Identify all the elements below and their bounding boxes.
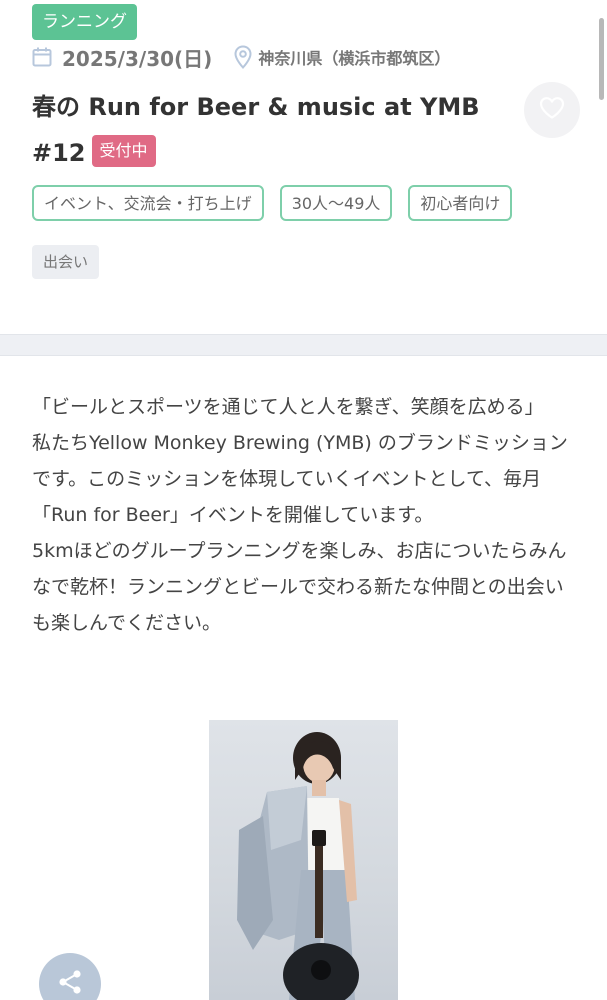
share-button[interactable] [39,953,101,1000]
tag-event-type[interactable]: イベント、交流会・打ち上げ [32,185,264,221]
heart-icon [539,96,565,124]
scrollbar[interactable] [599,18,604,100]
section-divider [0,334,607,356]
category-badge: ランニング [32,4,137,40]
tag-level[interactable]: 初心者向け [408,185,513,221]
share-icon [56,968,84,1000]
keyword-tag[interactable]: 出会い [32,245,100,279]
description-paragraph: 5kmほどのグループランニングを楽しみ、お店についたらみんなで乾杯！ランニングと… [32,540,567,634]
event-meta: 2025/3/30(日) 神奈川県（横浜市都筑区） [32,40,450,74]
event-title-block: 春の Run for Beer & music at YMB #12 受付中 [32,84,512,176]
status-badge: 受付中 [91,135,156,167]
map-pin-icon [234,45,252,69]
description-paragraph: 「ビールとスポーツを通じて人と人を繋ぎ、笑顔を広める」 [32,396,544,418]
favorite-button[interactable] [524,82,580,138]
tag-capacity[interactable]: 30人〜49人 [279,185,393,221]
tag-list: イベント、交流会・打ち上げ 30人〜49人 初心者向け [32,185,513,221]
event-photo [209,720,398,1000]
event-date: 2025/3/30(日) [62,46,213,71]
event-description: 「ビールとスポーツを通じて人と人を繋ぎ、笑顔を広める」 私たちYellow Mo… [32,389,572,641]
calendar-icon [32,47,52,67]
description-paragraph: 私たちYellow Monkey Brewing (YMB) のブランドミッショ… [32,432,568,526]
event-location: 神奈川県（横浜市都筑区） [258,49,451,68]
